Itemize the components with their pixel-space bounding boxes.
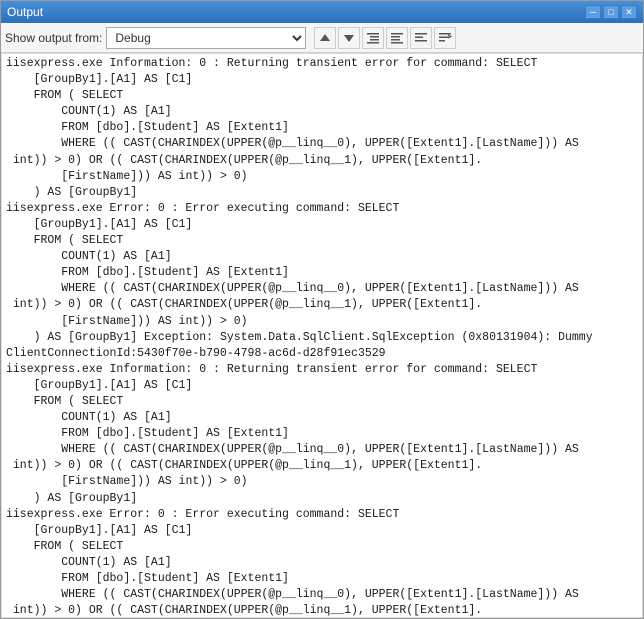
indent-button[interactable] (362, 27, 384, 49)
title-bar: Output ─ □ ✕ (1, 1, 643, 23)
maximize-button[interactable]: □ (603, 5, 619, 19)
close-button[interactable]: ✕ (621, 5, 637, 19)
scroll-down-button[interactable] (338, 27, 360, 49)
title-bar-controls: ─ □ ✕ (585, 5, 637, 19)
outdent-button[interactable] (386, 27, 408, 49)
scroll-down-icon (343, 32, 355, 44)
scroll-up-button[interactable] (314, 27, 336, 49)
minimize-button[interactable]: ─ (585, 5, 601, 19)
toolbar-buttons (314, 27, 456, 49)
scroll-up-icon (319, 32, 331, 44)
outdent-icon (390, 32, 404, 44)
toolbar: Show output from: Debug Build Other (1, 23, 643, 53)
find-button[interactable] (410, 27, 432, 49)
window-title: Output (7, 5, 43, 19)
wrap-button[interactable] (434, 27, 456, 49)
indent-icon (366, 32, 380, 44)
wrap-icon (438, 31, 452, 45)
output-content[interactable]: iisexpress.exe Information: 0 : Returnin… (1, 53, 643, 618)
show-output-label: Show output from: (5, 31, 102, 45)
output-source-select[interactable]: Debug Build Other (106, 27, 306, 49)
find-icon (414, 31, 428, 45)
output-window: Output ─ □ ✕ Show output from: Debug Bui… (0, 0, 644, 619)
